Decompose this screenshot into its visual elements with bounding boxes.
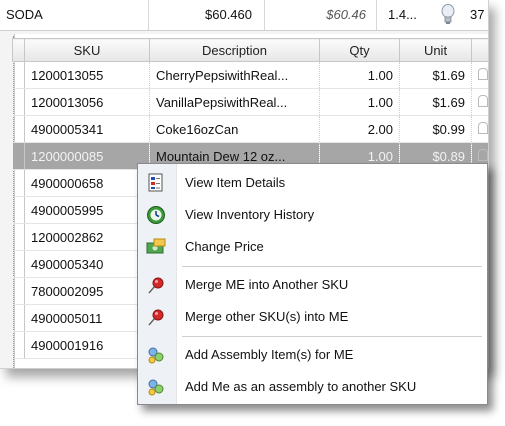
cell-sku: 7800002095 <box>24 277 150 305</box>
cell-sku: 4900001916 <box>24 331 150 359</box>
cell-sku: 1200013056 <box>24 88 150 116</box>
menu-item-label: Change Price <box>185 239 264 254</box>
menu-item-add-assembly-items-for-me[interactable]: Add Assembly Item(s) for ME <box>140 341 484 369</box>
assembly-icon <box>146 377 166 397</box>
column-header-extra[interactable] <box>471 38 488 62</box>
row-indicator <box>12 61 25 89</box>
row-indicator <box>12 142 25 170</box>
cell-unit: $0.99 <box>399 115 472 143</box>
column-divider <box>376 0 377 30</box>
column-divider <box>148 0 149 30</box>
lightbulb-icon[interactable] <box>440 4 456 34</box>
lightbulb-icon[interactable] <box>478 94 488 107</box>
row-indicator <box>12 196 25 224</box>
group-count: 37 <box>470 7 485 22</box>
group-qty: 1.4... <box>388 7 417 22</box>
table-row[interactable]: 1200013056 VanillaPepsiwithReal... 1.00 … <box>12 88 488 116</box>
menu-item-view-inventory-history[interactable]: View Inventory History <box>140 201 484 229</box>
menu-item-label: Add Assembly Item(s) for ME <box>185 347 354 362</box>
menu-item-label: Merge other SKU(s) into ME <box>185 309 349 324</box>
menu-separator <box>182 266 482 267</box>
column-header-unit[interactable]: Unit <box>399 38 472 62</box>
item-details-icon <box>146 173 166 193</box>
menu-item-merge-me-into-another-sku[interactable]: Merge ME into Another SKU <box>140 271 484 299</box>
cell-sku: 1200013055 <box>24 61 150 89</box>
group-summary-row[interactable]: SODA $60.460 $60.46 1.4... 37 <box>0 0 488 31</box>
column-header-qty[interactable]: Qty <box>319 38 400 62</box>
group-value-italic: $60.46 <box>326 7 366 22</box>
row-indicator <box>12 304 25 332</box>
lightbulb-icon[interactable] <box>478 67 488 80</box>
table-row[interactable]: 1200013055 CherryPepsiwithReal... 1.00 $… <box>12 61 488 89</box>
menu-item-label: View Inventory History <box>185 207 315 222</box>
cell-unit: $1.69 <box>399 88 472 116</box>
column-header-description[interactable]: Description <box>149 38 320 62</box>
header-lead <box>12 38 25 62</box>
row-indicator <box>12 115 25 143</box>
inventory-history-icon <box>146 205 166 225</box>
menu-item-add-me-as-assembly[interactable]: Add Me as an assembly to another SKU <box>140 373 484 401</box>
assembly-icon <box>146 345 166 365</box>
cell-sku: 1200002862 <box>24 223 150 251</box>
lightbulb-icon[interactable] <box>478 148 488 161</box>
group-name: SODA <box>6 7 43 22</box>
cell-sku: 4900000658 <box>24 169 150 197</box>
menu-separator <box>182 336 482 337</box>
cell-qty: 1.00 <box>319 88 400 116</box>
cell-description: CherryPepsiwithReal... <box>149 61 320 89</box>
context-menu: View Item Details View Inventory History… <box>137 163 488 405</box>
change-price-icon <box>146 237 166 257</box>
grid-header-row: SKU Description Qty Unit <box>12 38 488 62</box>
row-indicator <box>12 331 25 359</box>
cell-sku: 4900005340 <box>24 250 150 278</box>
row-indicator <box>12 277 25 305</box>
group-value: $60.460 <box>205 7 252 22</box>
menu-item-change-price[interactable]: Change Price <box>140 233 484 261</box>
row-indicator <box>12 250 25 278</box>
menu-item-label: View Item Details <box>185 175 286 190</box>
row-indicator <box>12 88 25 116</box>
cell-extra <box>471 61 488 89</box>
pushpin-icon <box>146 275 166 295</box>
menu-item-label: Merge ME into Another SKU <box>185 277 349 292</box>
column-divider <box>264 0 265 30</box>
cell-qty: 1.00 <box>319 61 400 89</box>
cell-unit: $1.69 <box>399 61 472 89</box>
cell-extra <box>471 115 488 143</box>
cell-extra <box>471 88 488 116</box>
menu-item-merge-other-skus-into-me[interactable]: Merge other SKU(s) into ME <box>140 303 484 331</box>
cell-sku: 4900005341 <box>24 115 150 143</box>
cell-description: Coke16ozCan <box>149 115 320 143</box>
row-indicator <box>12 223 25 251</box>
cell-sku: 1200000085 <box>24 142 150 170</box>
cell-sku: 4900005995 <box>24 196 150 224</box>
menu-item-view-item-details[interactable]: View Item Details <box>140 169 484 197</box>
menu-item-label: Add Me as an assembly to another SKU <box>185 379 417 394</box>
cell-qty: 2.00 <box>319 115 400 143</box>
lightbulb-icon[interactable] <box>478 121 488 134</box>
cell-sku: 4900005011 <box>24 304 150 332</box>
cell-description: VanillaPepsiwithReal... <box>149 88 320 116</box>
table-row[interactable]: 4900005341 Coke16ozCan 2.00 $0.99 <box>12 115 488 143</box>
pushpin-icon <box>146 307 166 327</box>
column-header-sku[interactable]: SKU <box>24 38 150 62</box>
row-indicator <box>12 169 25 197</box>
